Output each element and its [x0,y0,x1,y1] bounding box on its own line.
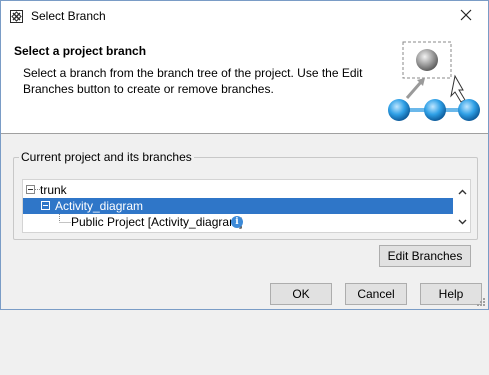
info-icon[interactable]: i [231,216,243,228]
tree-connector-icon [59,214,71,223]
cancel-button[interactable]: Cancel [345,283,407,305]
tree-item-label: trunk [40,183,67,197]
branch-illustration-icon [385,36,485,131]
app-icon [10,10,23,23]
dialog-header: Select a project branch Select a branch … [1,32,488,134]
window-title: Select Branch [31,9,106,23]
tree-item-public-project[interactable]: Public Project [Activity_diagram] i [23,214,453,230]
resize-grip-icon[interactable] [476,297,486,307]
tree-item-trunk[interactable]: trunk [23,182,453,198]
title-bar[interactable]: Select Branch [1,1,488,32]
collapse-icon[interactable] [26,185,35,194]
close-icon [460,9,472,24]
scroll-down-button[interactable] [455,214,470,229]
select-branch-dialog: Select Branch Select a project branch Se… [0,0,489,310]
header-title: Select a project branch [14,44,147,58]
edit-branches-button[interactable]: Edit Branches [379,245,471,267]
scroll-up-button[interactable] [455,184,470,199]
tree-item-label: Public Project [Activity_diagram] [71,215,243,229]
branch-tree[interactable]: trunk Activity_diagram Public Project [A… [22,179,471,233]
chevron-up-icon [458,189,467,194]
ok-button[interactable]: OK [270,283,332,305]
tree-item-label: Activity_diagram [55,199,144,213]
group-legend: Current project and its branches [19,150,194,164]
help-button[interactable]: Help [420,283,482,305]
collapse-icon[interactable] [41,201,50,210]
close-button[interactable] [444,1,488,32]
chevron-down-icon [458,219,467,224]
tree-item-activity-diagram[interactable]: Activity_diagram [23,198,453,214]
header-description: Select a branch from the branch tree of … [23,66,363,96]
vertical-scrollbar[interactable] [455,180,470,232]
